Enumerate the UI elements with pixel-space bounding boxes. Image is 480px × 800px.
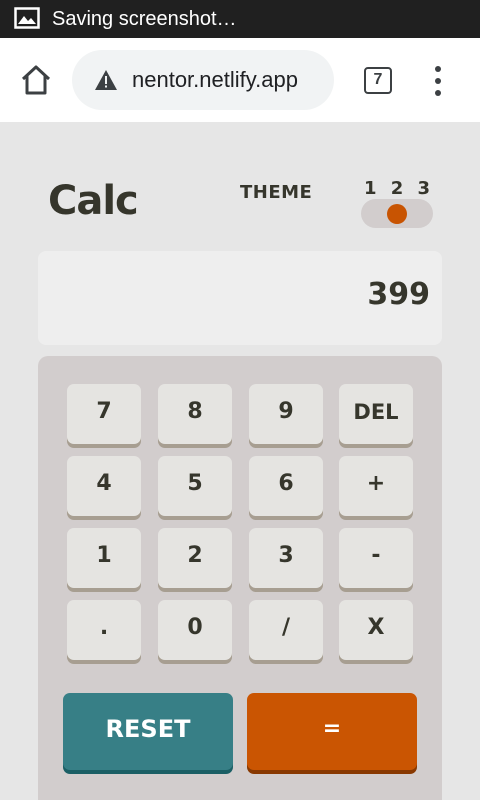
theme-option-1[interactable]: 1 <box>364 178 377 199</box>
multiply-button[interactable]: X <box>339 600 413 660</box>
key-7[interactable]: 7 <box>67 384 141 444</box>
plus-button[interactable]: + <box>339 456 413 516</box>
tabs-icon[interactable]: 7 <box>364 67 392 94</box>
theme-option-3[interactable]: 3 <box>417 178 430 199</box>
reset-button[interactable]: RESET <box>63 693 233 770</box>
key-4[interactable]: 4 <box>67 456 141 516</box>
theme-toggle[interactable] <box>361 199 433 228</box>
equals-button[interactable]: = <box>247 693 417 770</box>
key-8[interactable]: 8 <box>158 384 232 444</box>
keypad: 7 8 9 DEL 4 5 6 + 1 2 3 - . 0 / X RESET … <box>38 356 442 800</box>
theme-label: THEME <box>240 182 313 203</box>
theme-option-2[interactable]: 2 <box>391 178 404 199</box>
decimal-button[interactable]: . <box>67 600 141 660</box>
theme-toggle-knob[interactable] <box>387 204 407 224</box>
theme-numbers: 1 2 3 <box>364 178 430 199</box>
key-2[interactable]: 2 <box>158 528 232 588</box>
key-1[interactable]: 1 <box>67 528 141 588</box>
key-5[interactable]: 5 <box>158 456 232 516</box>
status-bar: Saving screenshot… <box>0 0 480 38</box>
app-logo: Calc <box>48 178 139 224</box>
key-6[interactable]: 6 <box>249 456 323 516</box>
calculator-app: Calc THEME 1 2 3 399 7 8 9 DEL 4 5 6 + 1… <box>0 122 480 800</box>
key-0[interactable]: 0 <box>158 600 232 660</box>
display-value: 399 <box>367 277 430 312</box>
menu-icon[interactable] <box>428 66 448 96</box>
divide-button[interactable]: / <box>249 600 323 660</box>
status-text: Saving screenshot… <box>52 8 237 30</box>
url-text[interactable]: nentor.netlify.app <box>132 66 298 94</box>
home-icon[interactable] <box>18 62 54 98</box>
browser-toolbar: nentor.netlify.app 7 <box>0 38 480 122</box>
key-9[interactable]: 9 <box>249 384 323 444</box>
warning-icon[interactable] <box>94 69 118 91</box>
image-icon <box>14 7 40 29</box>
url-bar[interactable]: nentor.netlify.app <box>72 50 334 110</box>
delete-button[interactable]: DEL <box>339 384 413 444</box>
display-screen: 399 <box>38 251 442 345</box>
key-3[interactable]: 3 <box>249 528 323 588</box>
minus-button[interactable]: - <box>339 528 413 588</box>
